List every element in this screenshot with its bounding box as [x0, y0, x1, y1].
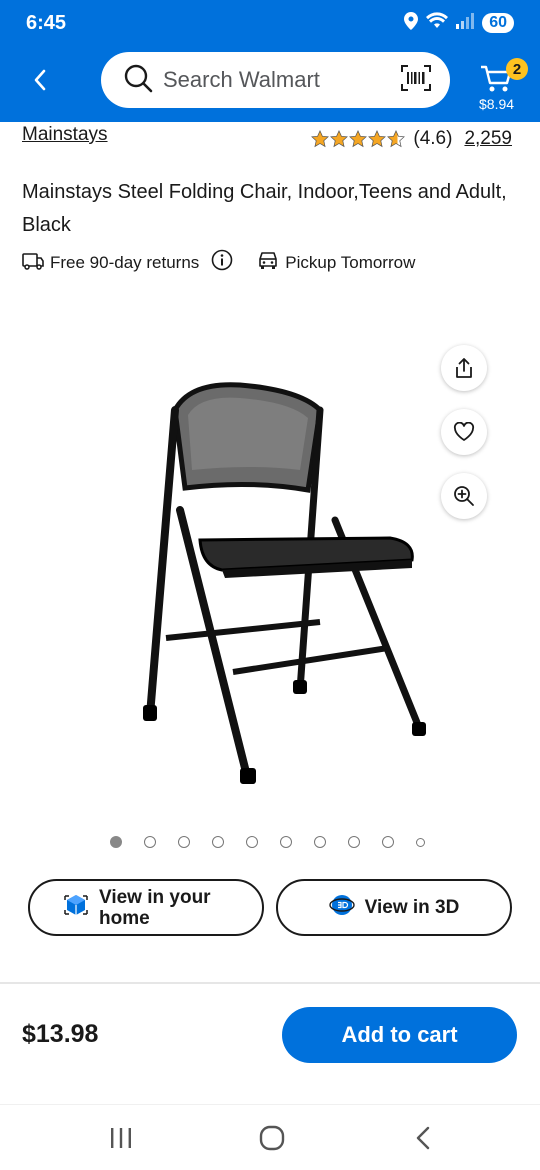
location-icon: [404, 12, 419, 34]
share-icon: [456, 358, 472, 378]
system-nav-bar: [0, 1104, 540, 1170]
heart-icon: [453, 422, 475, 441]
carousel-dot[interactable]: [280, 836, 292, 848]
star-icon: [349, 130, 368, 148]
product-price: $13.98: [22, 1020, 99, 1048]
product-image[interactable]: [130, 370, 430, 790]
star-icon: [330, 130, 349, 148]
recent-apps-icon: [111, 1128, 131, 1148]
rating-summary[interactable]: (4.6) 2,259: [311, 128, 512, 150]
add-to-cart-button[interactable]: Add to cart: [282, 1007, 517, 1063]
folding-chair-illustration: [143, 382, 426, 784]
returns-label: Free 90-day returns: [50, 252, 200, 272]
signal-icon: [456, 13, 475, 33]
wifi-icon: [426, 12, 449, 34]
cart-total: $8.94: [479, 96, 515, 112]
image-carousel-dots: [110, 836, 425, 848]
search-bar[interactable]: Search Walmart: [101, 52, 450, 108]
star-icon: [311, 130, 330, 148]
rating-value: (4.6): [413, 128, 453, 149]
carousel-dot[interactable]: [212, 836, 224, 848]
system-back-button[interactable]: [403, 1123, 443, 1153]
share-button[interactable]: [441, 345, 487, 391]
app-header: 6:45 60 Search Walmart 2 $8.94: [0, 0, 540, 122]
carousel-dot[interactable]: [348, 836, 360, 848]
fulfillment-perks: Free 90-day returns Pickup Tomorrow: [22, 249, 415, 276]
home-button[interactable]: [252, 1123, 292, 1153]
cart-count-badge: 2: [506, 58, 528, 80]
product-title: Mainstays Steel Folding Chair, Indoor,Te…: [22, 181, 507, 236]
view-in-home-button[interactable]: View in your home: [28, 879, 264, 936]
zoom-in-icon: [454, 486, 474, 506]
ar-cube-icon: [63, 892, 89, 924]
search-input[interactable]: Search Walmart: [163, 67, 400, 93]
barcode-scan-icon[interactable]: [400, 64, 432, 97]
favorite-button[interactable]: [441, 409, 487, 455]
returns-icon: [22, 250, 44, 275]
3d-view-icon: [328, 892, 355, 924]
star-icon: [368, 130, 387, 148]
view-in-3d-label: View in 3D: [364, 896, 460, 918]
home-icon: [259, 1125, 285, 1151]
recent-apps-button[interactable]: [101, 1123, 141, 1153]
carousel-dot[interactable]: [110, 836, 122, 848]
star-rating: [311, 130, 406, 148]
chevron-left-icon: [34, 69, 46, 91]
view-in-home-label: View in your home: [99, 886, 211, 929]
carousel-dot[interactable]: [314, 836, 326, 848]
image-actions: [441, 345, 487, 519]
review-count-link[interactable]: 2,259: [464, 128, 512, 150]
status-icons: 60: [404, 12, 514, 34]
carousel-dot[interactable]: [382, 836, 394, 848]
back-arrow-icon: [416, 1126, 430, 1150]
carousel-dot[interactable]: [246, 836, 258, 848]
returns-perk: Free 90-day returns: [22, 250, 199, 275]
carousel-dot[interactable]: [178, 836, 190, 848]
battery-indicator: 60: [482, 13, 514, 33]
zoom-button[interactable]: [441, 473, 487, 519]
car-icon: [257, 250, 279, 275]
cart-button[interactable]: 2 $8.94: [474, 56, 530, 116]
pickup-perk: Pickup Tomorrow: [257, 250, 415, 275]
info-icon[interactable]: [211, 249, 233, 276]
view-in-3d-button[interactable]: View in 3D: [276, 879, 512, 936]
star-half-icon: [387, 130, 406, 148]
search-icon: [123, 63, 153, 98]
carousel-dot[interactable]: [416, 837, 425, 847]
brand-link[interactable]: Mainstays: [22, 124, 108, 146]
status-time: 6:45: [26, 12, 67, 34]
divider: [0, 982, 540, 984]
back-button[interactable]: [22, 62, 58, 98]
pickup-label: Pickup Tomorrow: [285, 252, 416, 272]
carousel-dot[interactable]: [144, 836, 156, 848]
